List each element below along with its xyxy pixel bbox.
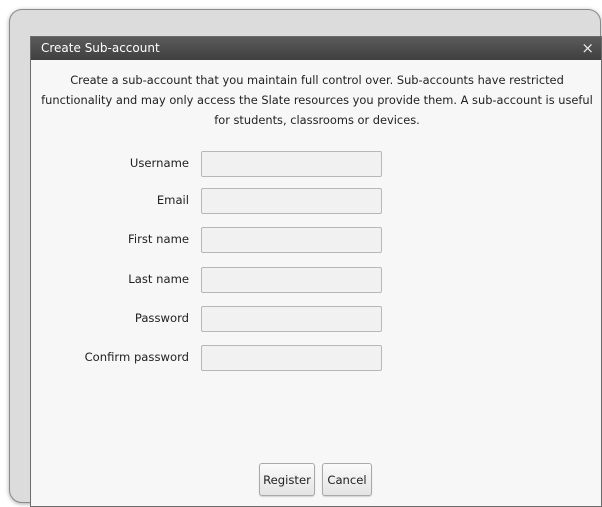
confirm-password-input[interactable] [201,345,382,371]
email-input[interactable] [201,188,382,214]
register-button[interactable]: Register [259,463,315,496]
email-label: Email [156,193,189,207]
password-label: Password [134,311,189,325]
username-input[interactable] [201,151,382,177]
cancel-button[interactable]: Cancel [322,463,372,496]
dialog-description: Create a sub-account that you maintain f… [41,73,593,127]
password-row: Password [31,306,601,332]
email-row: Email [31,188,601,214]
confirm-password-row: Confirm password [31,345,601,371]
last-name-row: Last name [31,267,601,293]
first-name-row: First name [31,227,601,253]
last-name-input[interactable] [201,267,382,293]
last-name-label: Last name [128,272,189,286]
dialog-titlebar: Create Sub-account × [31,37,601,60]
username-row: Username [31,151,601,177]
confirm-password-label: Confirm password [84,350,189,364]
create-sub-account-dialog: Create Sub-account × Create a sub-accoun… [30,36,602,507]
first-name-label: First name [128,232,189,246]
close-icon[interactable]: × [581,39,594,57]
window-frame: Create Sub-account × Create a sub-accoun… [9,9,602,507]
dialog-title: Create Sub-account [41,41,160,55]
username-label: Username [129,156,189,170]
password-input[interactable] [201,306,382,332]
first-name-input[interactable] [201,227,382,253]
